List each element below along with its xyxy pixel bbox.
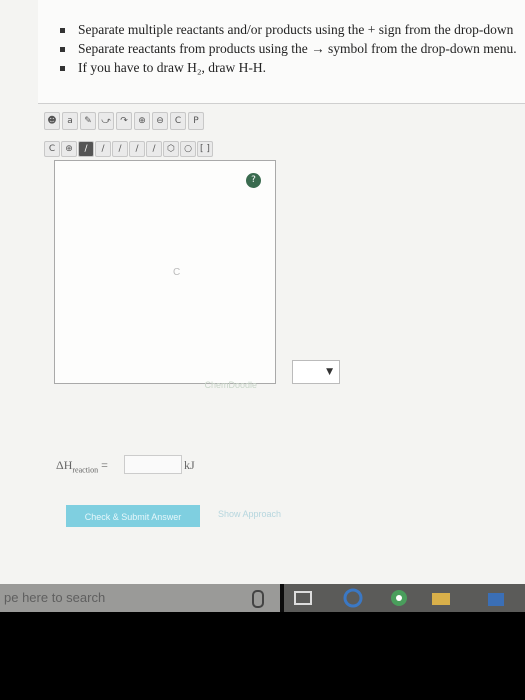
instructions-panel: Separate multiple reactants and/or produ… [38,0,525,104]
erase-icon[interactable]: a [62,112,78,130]
undo-icon[interactable]: ⤻ [98,112,114,130]
benzene-button[interactable]: ○ [180,141,196,157]
delta-h-label: ΔHreaction = [56,458,108,474]
chemdoodle-editor: ☻ a ✎ ⤻ ↷ ⊕ ⊖ C P C ⊕ / / / / / ⬡ ○ [ ] … [42,108,277,398]
search-placeholder: pe here to search [4,590,106,605]
drawing-canvas[interactable]: ? C ChemDoodle [54,160,276,390]
help-icon[interactable]: ? [246,173,261,188]
equals-sign: = [101,458,108,472]
carbon-tool-icon[interactable]: C [170,112,186,130]
microphone-icon[interactable] [252,590,264,608]
redo-icon[interactable]: ↷ [116,112,132,130]
canvas-atom[interactable]: C [173,267,180,278]
delta-h-symbol: ΔH [56,458,73,472]
bracket-button[interactable]: [ ] [197,141,213,157]
charge-button[interactable]: ⊕ [61,141,77,157]
chemdoodle-logo: ChemDoodle [204,380,257,390]
delta-h-input[interactable] [124,455,182,474]
file-explorer-icon[interactable] [430,588,452,608]
taskbar-search-box[interactable]: pe here to search [0,584,280,612]
store-icon[interactable] [485,588,507,608]
delta-h-subscript: reaction [72,465,99,475]
double-bond-button[interactable]: / [95,141,111,157]
task-view-icon[interactable] [292,588,314,608]
chevron-down-icon: ▼ [326,367,333,377]
ring-button[interactable]: ⬡ [163,141,179,157]
instruction-item: If you have to draw H₂, draw H-H. [58,58,517,77]
edge-browser-icon[interactable] [342,588,364,608]
hash-bond-button[interactable]: / [146,141,162,157]
single-bond-button[interactable]: / [78,141,94,157]
instruction-list: Separate multiple reactants and/or produ… [58,20,517,77]
wedge-bond-button[interactable]: / [129,141,145,157]
delta-h-unit: kJ [184,458,195,472]
periodic-table-icon[interactable]: P [188,112,204,130]
instruction-item: Separate reactants from products using t… [58,39,517,58]
triple-bond-button[interactable]: / [112,141,128,157]
clear-icon[interactable]: ☻ [44,112,60,130]
chrome-icon[interactable] [388,588,410,608]
show-approach-link[interactable]: Show Approach [218,509,281,519]
symbol-dropdown[interactable]: ▼ [292,360,340,384]
zoom-out-icon[interactable]: ⊖ [152,112,168,130]
instruction-item: Separate multiple reactants and/or produ… [58,20,517,39]
check-submit-button[interactable]: Check & Submit Answer [66,505,200,527]
pencil-icon[interactable]: ✎ [80,112,96,130]
editor-toolbar-top: ☻ a ✎ ⤻ ↷ ⊕ ⊖ C P [44,108,204,134]
zoom-in-icon[interactable]: ⊕ [134,112,150,130]
screen-bezel [0,612,525,700]
editor-toolbar-bottom: C ⊕ / / / / / ⬡ ○ [ ] [44,138,213,160]
atom-label-button[interactable]: C [44,141,60,157]
